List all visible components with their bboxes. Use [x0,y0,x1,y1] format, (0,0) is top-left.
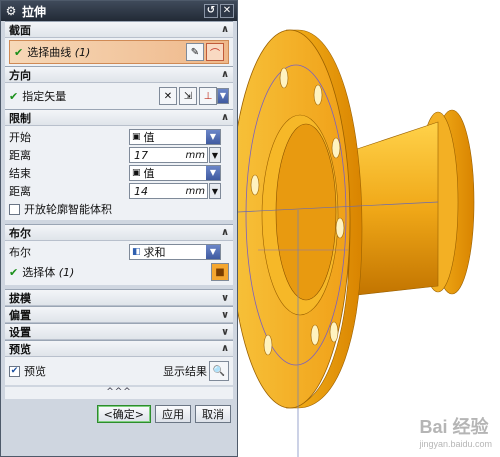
section-header[interactable]: 截面 ∧ [5,21,233,38]
reverse-direction-icon[interactable]: ✕ [159,87,177,105]
open-profile-checkbox[interactable] [9,203,20,215]
vector-dropdown[interactable]: ▼ [217,88,229,104]
open-profile-label: 开放轮廓智能体积 [24,203,112,216]
section-panel: 截面 ∧ ✔ 选择曲线 (1) ✎ ⌒ [5,21,233,66]
direction-header[interactable]: 方向 ∧ [5,66,233,83]
curve-icon[interactable]: ⌒ [206,43,224,61]
check-icon: ✔ [9,89,19,103]
end-label: 结束 [9,167,31,180]
boolean-header[interactable]: 布尔 ∧ [5,224,233,241]
expand-indicator[interactable]: ^^^ [5,387,233,399]
chevron-down-icon: ▼ [206,245,220,259]
end-distance-spinner[interactable]: ▼ [209,183,221,199]
select-curve-label: 选择曲线 [27,46,72,59]
sketch-section-icon[interactable]: ✎ [186,43,204,61]
start-distance-spinner[interactable]: ▼ [209,147,221,163]
apply-button[interactable]: 应用 [155,405,191,423]
start-select[interactable]: ▣ 值 ▼ [129,129,221,145]
end-select[interactable]: ▣ 值 ▼ [129,165,221,181]
offset-panel: 偏置 ∧ [5,306,233,323]
solid-body-icon[interactable]: ■ [211,263,229,281]
chevron-down-icon[interactable]: ∧ [217,309,233,320]
specify-vector-label: 指定矢量 [22,90,67,103]
select-body-row[interactable]: ✔ 选择体 (1) ■ [9,261,229,283]
value-icon: ▣ [132,132,141,142]
select-curve-row[interactable]: ✔ 选择曲线 (1) ✎ ⌒ [9,40,229,64]
end-distance-label: 距离 [9,185,31,198]
bore-inner [275,123,337,301]
start-distance-input[interactable]: 17 mm [129,147,208,163]
select-body-count: (1) [58,266,75,279]
gear-icon[interactable]: ⚙ [4,4,18,18]
open-profile-row[interactable]: 开放轮廓智能体积 [9,200,229,218]
end-distance-input[interactable]: 14 mm [129,183,208,199]
magnifier-icon[interactable]: 🔍 [209,361,229,381]
offset-header[interactable]: 偏置 ∧ [5,306,233,323]
chevron-up-icon[interactable]: ∧ [217,24,233,35]
boolean-label: 布尔 [9,246,31,259]
preview-label: 预览 [24,365,46,378]
reset-icon[interactable]: ↺ [204,4,218,18]
preview-checkbox[interactable]: ✔ [9,365,20,377]
limits-header[interactable]: 限制 ∧ [5,109,233,126]
chevron-up-icon[interactable]: ∧ [217,227,233,238]
close-icon[interactable]: ✕ [220,4,234,18]
preview-panel: 预览 ∧ ✔ 预览 显示结果 🔍 [5,340,233,385]
chevron-down-icon[interactable]: ∧ [217,326,233,337]
settings-header[interactable]: 设置 ∧ [5,323,233,340]
baidu-watermark: Bai 经验 jingyan.baidu.com [419,417,492,449]
start-distance-label: 距离 [9,149,31,162]
limits-panel: 限制 ∧ 开始 ▣ 值 ▼ 距离 17 mm ▼ 结束 ▣ 值 ▼ 距离 14 … [5,109,233,220]
graphics-viewport[interactable]: Bai 经验 jingyan.baidu.com [238,0,500,457]
boolean-select[interactable]: ◧ 求和 ▼ [129,244,221,260]
chevron-up-icon[interactable]: ∧ [217,112,233,123]
vector-axis-icon[interactable]: ⊥ [199,87,217,105]
chevron-down-icon[interactable]: ∧ [217,292,233,303]
direction-panel: 方向 ∧ ✔ 指定矢量 ✕ ⇲ ⊥ ▼ [5,66,233,109]
dialog-footer: <确定> 应用 取消 [1,401,237,427]
flange-model [238,29,475,457]
cancel-button[interactable]: 取消 [195,405,231,423]
value-icon: ▣ [132,168,141,178]
chevron-down-icon: ▼ [206,166,220,180]
vector-dialog-icon[interactable]: ⇲ [179,87,197,105]
dialog-titlebar: ⚙ 拉伸 ↺ ✕ [1,1,237,21]
select-body-label: 选择体 [22,266,56,279]
draft-panel: 拔模 ∧ [5,289,233,306]
select-curve-count: (1) [74,46,91,59]
dialog-title: 拉伸 [22,4,47,19]
chevron-up-icon[interactable]: ∧ [217,69,233,80]
extrude-dialog: ⚙ 拉伸 ↺ ✕ 截面 ∧ ✔ 选择曲线 (1) ✎ ⌒ 方向 ∧ ✔ 指定矢量… [0,0,238,457]
chevron-down-icon: ▼ [206,130,220,144]
boolean-panel: 布尔 ∧ 布尔 ◧ 求和 ▼ ✔ 选择体 (1) ■ [5,224,233,285]
ok-button[interactable]: <确定> [96,405,151,423]
check-icon: ✔ [9,265,19,279]
chevron-up-icon[interactable]: ∧ [217,343,233,354]
check-icon: ✔ [14,45,24,59]
specify-vector-row[interactable]: ✔ 指定矢量 ✕ ⇲ ⊥ ▼ [9,85,229,107]
draft-header[interactable]: 拔模 ∧ [5,289,233,306]
unite-icon: ◧ [132,247,141,257]
settings-panel: 设置 ∧ [5,323,233,340]
preview-header[interactable]: 预览 ∧ [5,340,233,357]
show-result-label: 显示结果 [163,365,207,378]
start-label: 开始 [9,131,31,144]
